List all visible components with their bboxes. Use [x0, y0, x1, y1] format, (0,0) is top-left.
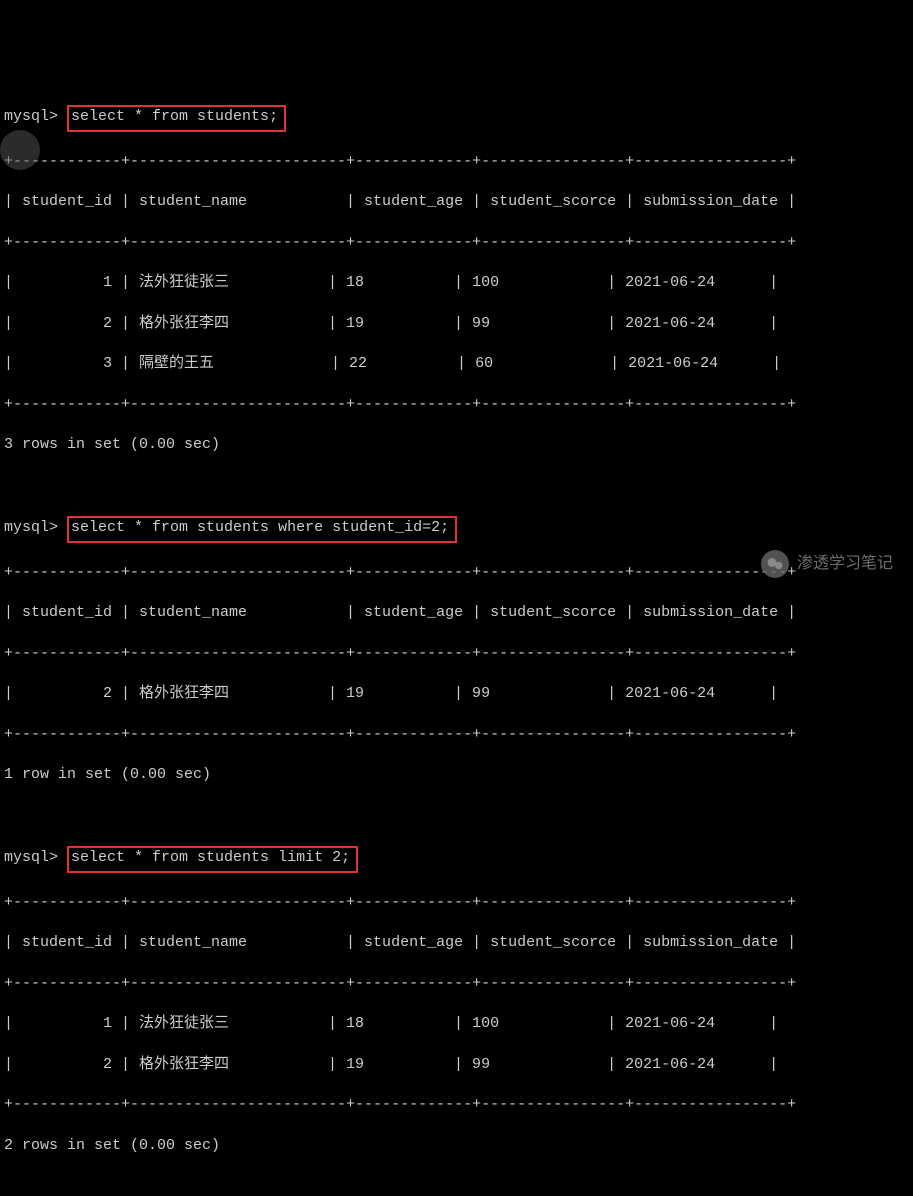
- table-sep: +------------+------------------------+-…: [4, 644, 913, 664]
- watermark: 渗透学习笔记: [761, 550, 893, 578]
- query-3: select * from students limit 2;: [67, 846, 358, 872]
- query-1: select * from students;: [67, 105, 286, 131]
- table-sep: +------------+------------------------+-…: [4, 974, 913, 994]
- wechat-icon: [761, 550, 789, 578]
- mysql-prompt: mysql>: [4, 519, 58, 536]
- result-footer: 3 rows in set (0.00 sec): [4, 435, 913, 455]
- table-sep: +------------+------------------------+-…: [4, 395, 913, 415]
- table-header: | student_id | student_name | student_ag…: [4, 603, 913, 623]
- terminal-output: mysql> select * from students; +--------…: [4, 85, 913, 1176]
- mysql-prompt: mysql>: [4, 849, 58, 866]
- table-row: | 2 | 格外张狂李四 | 19 | 99 | 2021-06-24 |: [4, 684, 913, 704]
- table-sep: +------------+------------------------+-…: [4, 893, 913, 913]
- table-header: | student_id | student_name | student_ag…: [4, 192, 913, 212]
- table-sep: +------------+------------------------+-…: [4, 233, 913, 253]
- watermark-text: 渗透学习笔记: [797, 553, 893, 575]
- table-row: | 1 | 法外狂徒张三 | 18 | 100 | 2021-06-24 |: [4, 1014, 913, 1034]
- table-header: | student_id | student_name | student_ag…: [4, 933, 913, 953]
- table-row: | 1 | 法外狂徒张三 | 18 | 100 | 2021-06-24 |: [4, 273, 913, 293]
- table-row: | 3 | 隔壁的王五 | 22 | 60 | 2021-06-24 |: [4, 354, 913, 374]
- table-row: | 2 | 格外张狂李四 | 19 | 99 | 2021-06-24 |: [4, 314, 913, 334]
- avatar: [0, 130, 40, 170]
- result-footer: 1 row in set (0.00 sec): [4, 765, 913, 785]
- table-sep: +------------+------------------------+-…: [4, 1095, 913, 1115]
- result-footer: 2 rows in set (0.00 sec): [4, 1136, 913, 1156]
- mysql-prompt: mysql>: [4, 108, 58, 125]
- table-sep: +------------+------------------------+-…: [4, 152, 913, 172]
- table-sep: +------------+------------------------+-…: [4, 725, 913, 745]
- table-row: | 2 | 格外张狂李四 | 19 | 99 | 2021-06-24 |: [4, 1055, 913, 1075]
- query-2: select * from students where student_id=…: [67, 516, 457, 542]
